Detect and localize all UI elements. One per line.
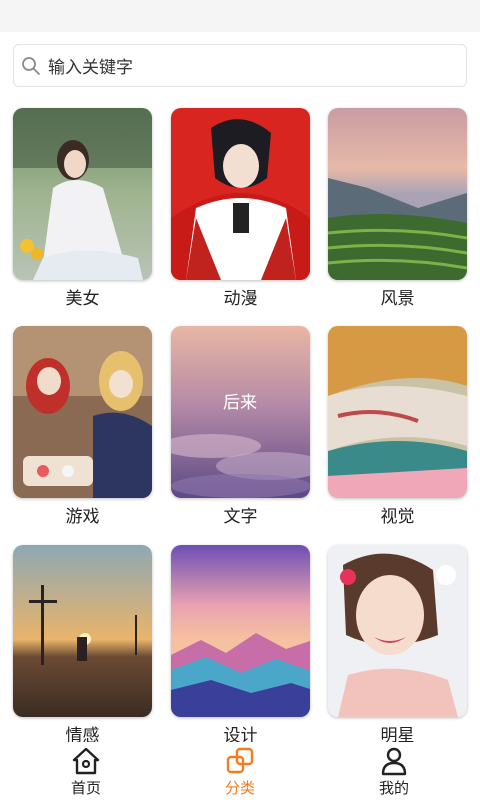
category-icon (226, 747, 254, 774)
home-icon (72, 747, 100, 775)
category-item-game[interactable]: 游戏 (13, 326, 152, 528)
category-label: 动漫 (223, 289, 258, 309)
emotion-thumbnail[interactable] (13, 545, 152, 717)
beauty-thumbnail[interactable] (13, 108, 152, 280)
category-item-beauty[interactable]: 美女 (13, 108, 152, 310)
game-thumbnail[interactable] (13, 326, 152, 498)
category-label: 风景 (380, 289, 415, 309)
tab-home[interactable]: 首页 (56, 742, 116, 800)
tab-category-label: 分类 (224, 779, 255, 797)
category-item-emotion[interactable]: 情感 (13, 545, 152, 747)
category-item-star[interactable]: 明星 (328, 545, 467, 747)
thumb-overlay-text: 后来 (223, 393, 257, 413)
tab-mine[interactable]: 我的 (364, 742, 424, 800)
search-icon (20, 55, 42, 77)
status-bar (0, 0, 480, 32)
category-item-visual[interactable]: 视觉 (328, 326, 467, 528)
category-item-anime[interactable]: 动漫 (171, 108, 310, 310)
star-thumbnail[interactable] (328, 545, 467, 717)
category-item-text[interactable]: 后来 文字 (171, 326, 310, 528)
category-item-design[interactable]: 设计 (171, 545, 310, 747)
text-thumbnail[interactable]: 后来 (171, 326, 310, 498)
tab-home-label: 首页 (70, 779, 101, 797)
category-label: 游戏 (65, 507, 100, 527)
visual-thumbnail[interactable] (328, 326, 467, 498)
search-input[interactable]: 输入关键字 (13, 44, 467, 87)
category-item-scenery[interactable]: 风景 (328, 108, 467, 310)
category-label: 文字 (223, 507, 258, 527)
category-label: 美女 (65, 289, 100, 309)
anime-thumbnail[interactable] (171, 108, 310, 280)
tab-mine-label: 我的 (378, 779, 409, 797)
user-icon (381, 747, 407, 776)
design-thumbnail[interactable] (171, 545, 310, 717)
scenery-thumbnail[interactable] (328, 108, 467, 280)
tab-category[interactable]: 分类 (210, 742, 270, 800)
bottom-tab-bar: 首页 分类 我的 (0, 742, 480, 800)
search-placeholder: 输入关键字 (48, 58, 133, 78)
category-label: 视觉 (380, 507, 415, 527)
